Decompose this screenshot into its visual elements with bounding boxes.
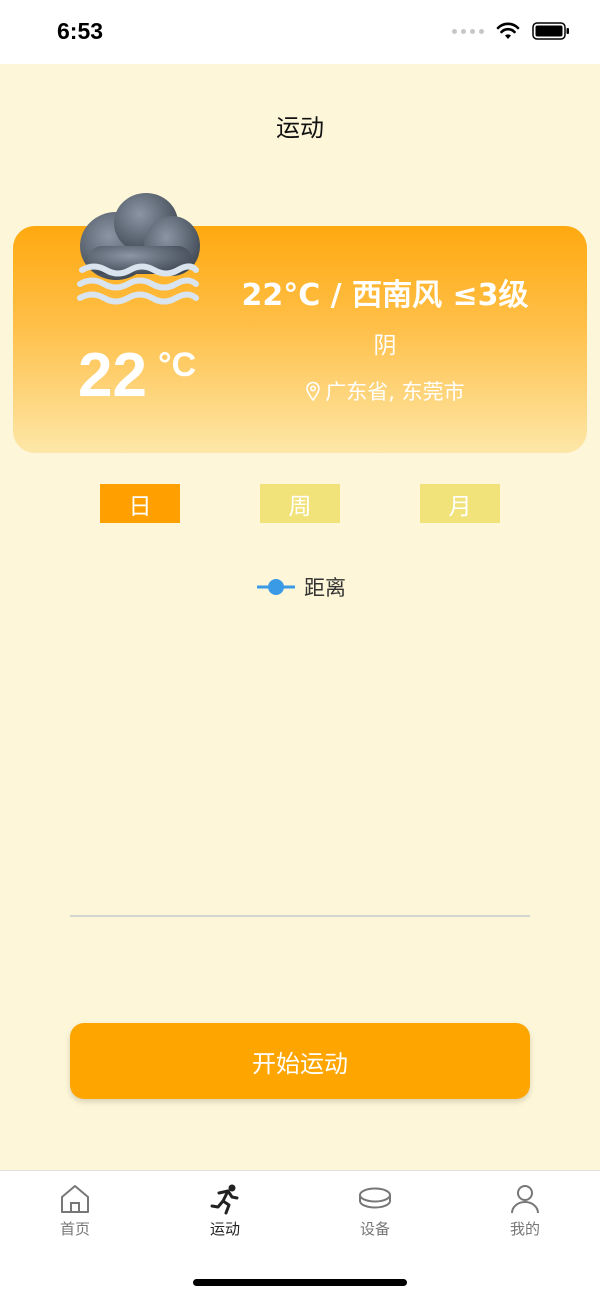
current-temperature: 22 — [78, 341, 147, 410]
status-icons — [452, 22, 570, 40]
status-time: 6:53 — [57, 18, 104, 44]
signal-icon — [452, 28, 484, 34]
weather-summary: 22°C / 西南风 ≤3级 — [241, 278, 529, 313]
home-indicator — [193, 1279, 407, 1286]
start-exercise-button[interactable]: 开始运动 — [70, 1023, 530, 1099]
tab-mine[interactable]: 我的 — [475, 1183, 575, 1243]
tab-home[interactable]: 首页 — [25, 1183, 125, 1243]
tab-mine-label: 我的 — [509, 1220, 540, 1238]
chart-legend[interactable]: 距离 — [256, 572, 346, 602]
weather-condition: 阴 — [373, 333, 397, 359]
temperature-unit: °C — [158, 346, 197, 384]
tab-week[interactable]: 周 — [260, 484, 340, 523]
tab-sport[interactable]: 运动 — [175, 1183, 275, 1243]
page-title: 运动 — [276, 114, 324, 142]
battery-icon — [532, 22, 569, 40]
legend-label: 距离 — [304, 576, 346, 600]
tab-home-label: 首页 — [59, 1220, 90, 1238]
home-icon — [61, 1185, 89, 1213]
tab-device-label: 设备 — [359, 1220, 390, 1238]
location-pin-icon — [306, 381, 321, 401]
chart-x-axis — [70, 915, 530, 917]
device-icon — [359, 1187, 391, 1209]
cloudy-fog-icon — [77, 193, 200, 305]
running-icon — [210, 1184, 239, 1215]
legend-line-marker-icon — [257, 579, 295, 595]
wifi-icon — [496, 22, 520, 39]
tab-month[interactable]: 月 — [420, 484, 500, 523]
tab-sport-label: 运动 — [209, 1220, 240, 1238]
tab-device[interactable]: 设备 — [325, 1183, 425, 1243]
tab-day[interactable]: 日 — [100, 484, 180, 523]
location-text: 广东省, 东莞市 — [325, 380, 465, 404]
user-icon — [511, 1185, 539, 1214]
location: 广东省, 东莞市 — [200, 376, 570, 406]
status-bar: 6:53 — [0, 0, 600, 64]
